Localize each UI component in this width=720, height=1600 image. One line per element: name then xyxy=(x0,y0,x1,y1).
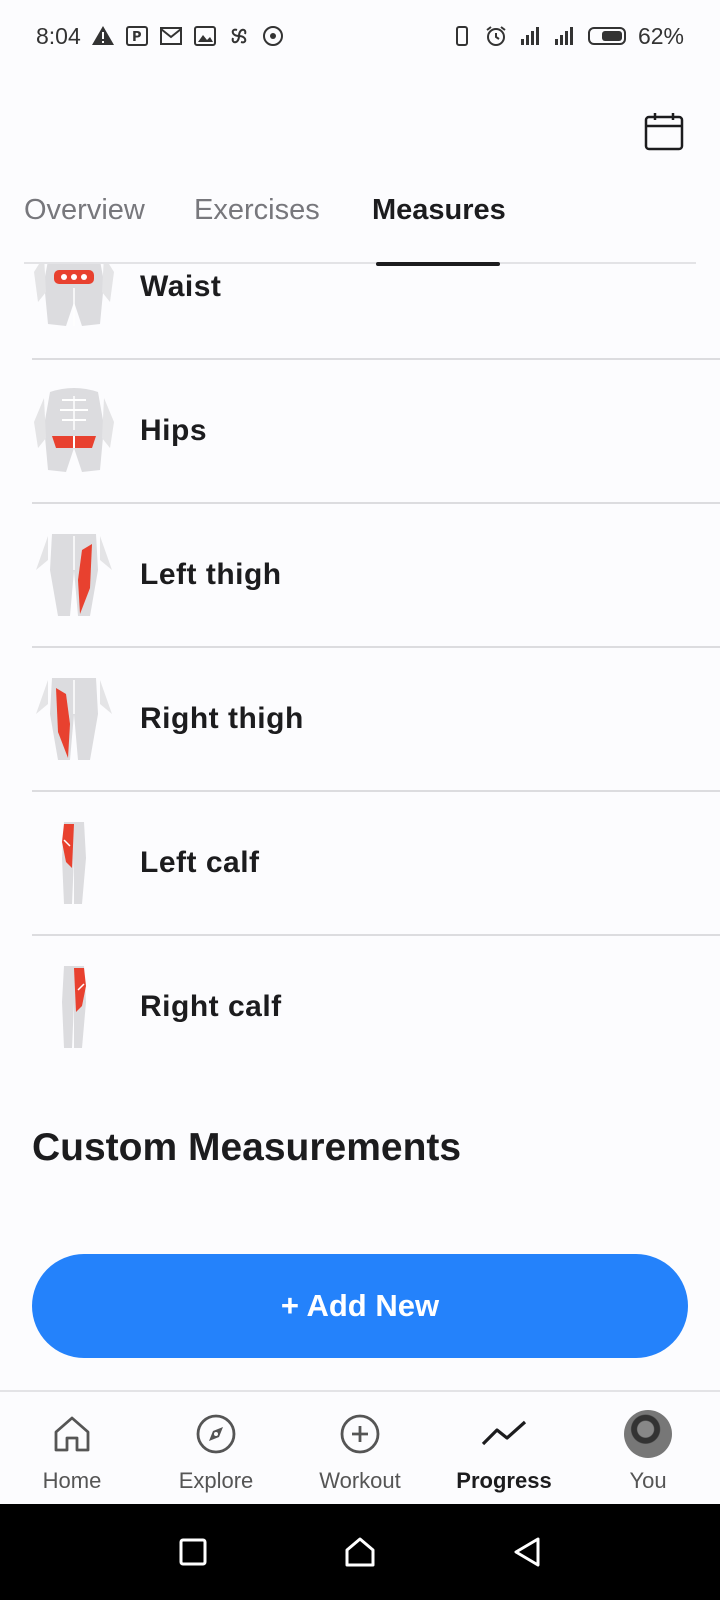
status-bar: 8:04 P 62% xyxy=(0,0,720,72)
calendar-icon xyxy=(644,112,684,157)
tab-measures[interactable]: Measures xyxy=(372,180,506,266)
hips-muscle-icon xyxy=(32,386,116,476)
home-icon[interactable] xyxy=(340,1532,380,1572)
warning-icon xyxy=(91,24,115,48)
measure-row-right-thigh[interactable]: Right thigh xyxy=(32,648,720,792)
signal-icon xyxy=(518,24,542,48)
custom-measurements-title: Custom Measurements xyxy=(32,1126,462,1169)
target-icon xyxy=(261,24,285,48)
tab-bar: Overview Exercises Measures xyxy=(24,180,696,266)
nav-you[interactable]: You xyxy=(576,1392,720,1504)
battery-icon xyxy=(586,24,628,48)
measure-label: Right thigh xyxy=(140,702,304,735)
calendar-button[interactable] xyxy=(642,112,686,156)
vibrate-icon xyxy=(450,24,474,48)
plus-circle-icon xyxy=(336,1410,384,1458)
measure-label: Hips xyxy=(140,414,208,447)
image-icon xyxy=(193,24,217,48)
nav-progress[interactable]: Progress xyxy=(432,1392,576,1504)
measure-label: Waist xyxy=(140,270,222,303)
tab-exercises[interactable]: Exercises xyxy=(194,180,372,264)
measure-label: Right calf xyxy=(140,990,282,1023)
nav-progress-label: Progress xyxy=(456,1468,552,1493)
alarm-icon xyxy=(484,24,508,48)
measure-row-hips[interactable]: Hips xyxy=(32,360,720,504)
avatar xyxy=(624,1410,672,1458)
measures-list: Waist Hips Left thigh Right thigh Left c… xyxy=(32,264,720,1078)
add-new-button[interactable]: + Add New xyxy=(32,1254,688,1358)
waist-muscle-icon xyxy=(32,264,116,332)
measure-row-waist[interactable]: Waist xyxy=(32,264,720,360)
battery-level: 62% xyxy=(637,22,684,49)
clock: 8:04 xyxy=(36,22,81,49)
right-calf-muscle-icon xyxy=(32,962,116,1052)
back-icon[interactable] xyxy=(507,1532,547,1572)
nav-workout-label: Workout xyxy=(319,1468,401,1493)
measure-label: Left thigh xyxy=(140,558,282,591)
mail-icon xyxy=(159,24,183,48)
recents-icon[interactable] xyxy=(173,1532,213,1572)
compass-icon xyxy=(192,1410,240,1458)
nav-you-label: You xyxy=(629,1468,667,1493)
right-thigh-muscle-icon xyxy=(32,674,116,764)
nav-home[interactable]: Home xyxy=(0,1392,144,1504)
measure-row-right-calf[interactable]: Right calf xyxy=(32,936,720,1078)
nav-workout[interactable]: Workout xyxy=(288,1392,432,1504)
pinwheel-icon xyxy=(227,24,251,48)
svg-text:P: P xyxy=(132,30,142,45)
measure-row-left-calf[interactable]: Left calf xyxy=(32,792,720,936)
nav-explore[interactable]: Explore xyxy=(144,1392,288,1504)
signal-icon xyxy=(552,24,576,48)
parking-icon: P xyxy=(125,24,149,48)
nav-home-label: Home xyxy=(42,1468,102,1493)
trend-icon xyxy=(480,1410,528,1458)
measure-row-left-thigh[interactable]: Left thigh xyxy=(32,504,720,648)
bottom-nav: Home Explore Workout Progress You xyxy=(0,1390,720,1504)
tab-overview[interactable]: Overview xyxy=(24,180,194,264)
home-icon xyxy=(48,1410,96,1458)
left-thigh-muscle-icon xyxy=(32,530,116,620)
left-calf-muscle-icon xyxy=(32,818,116,908)
nav-explore-label: Explore xyxy=(178,1468,254,1493)
system-nav-bar xyxy=(0,1504,720,1600)
measure-label: Left calf xyxy=(140,846,260,879)
